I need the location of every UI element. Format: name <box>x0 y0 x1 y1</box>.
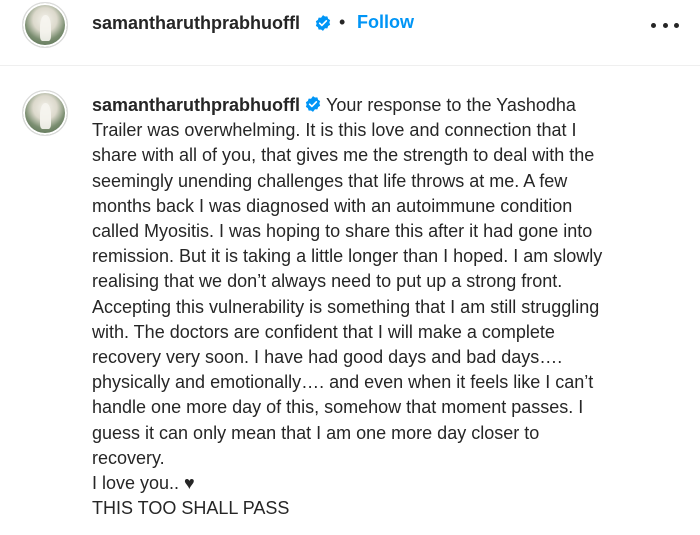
caption-line: THIS TOO SHALL PASS <box>92 498 290 519</box>
caption-line: I love you.. ♥ <box>92 473 195 494</box>
avatar-figure <box>39 103 52 129</box>
verified-badge-icon <box>305 96 321 112</box>
more-options-icon[interactable] <box>651 20 679 30</box>
caption-line: called Myositis. I was hoping to share t… <box>92 221 593 242</box>
post-caption-section: samantharuthprabhuoffl Your response to t… <box>0 66 700 535</box>
caption-line: Accepting this vulnerability is somethin… <box>92 296 600 317</box>
caption-text-line: Your response to the Yashodha <box>326 95 576 115</box>
more-dot <box>674 22 679 28</box>
caption-line: samantharuthprabhuoffl Your response to t… <box>92 93 682 118</box>
caption-line: with. The doctors are confident that I w… <box>92 321 555 342</box>
caption-line: recovery. <box>92 447 165 468</box>
caption-line: months back I was diagnosed with an auto… <box>92 195 573 216</box>
more-dot <box>651 22 656 28</box>
caption-line: physically and emotionally…. and even wh… <box>92 372 594 393</box>
separator-dot: • <box>339 12 346 32</box>
caption-line: seemingly unending challenges that life … <box>92 170 568 191</box>
caption-line: handle one more day of this, somehow tha… <box>92 397 584 418</box>
follow-button[interactable]: Follow <box>357 12 414 33</box>
caption-username[interactable]: samantharuthprabhuoffl <box>92 95 300 115</box>
caption-line: share with all of you, that gives me the… <box>92 145 595 166</box>
avatar-figure <box>39 15 52 41</box>
verified-badge-icon <box>315 15 331 31</box>
caption-text: samantharuthprabhuoffl Your response to t… <box>92 93 682 521</box>
caption-line: remission. But it is taking a little lon… <box>92 246 603 267</box>
profile-avatar[interactable] <box>22 2 68 48</box>
more-dot <box>662 22 668 28</box>
caption-line: recovery very soon. I have had good days… <box>92 347 563 368</box>
post-header: samantharuthprabhuoffl • Follow <box>0 0 700 66</box>
caption-line: Trailer was overwhelming. It is this lov… <box>92 120 577 141</box>
header-username[interactable]: samantharuthprabhuoffl <box>92 13 300 34</box>
caption-line: realising that we don’t always need to p… <box>92 271 563 292</box>
caption-avatar[interactable] <box>22 90 68 136</box>
caption-line: guess it can only mean that I am one mor… <box>92 422 540 443</box>
